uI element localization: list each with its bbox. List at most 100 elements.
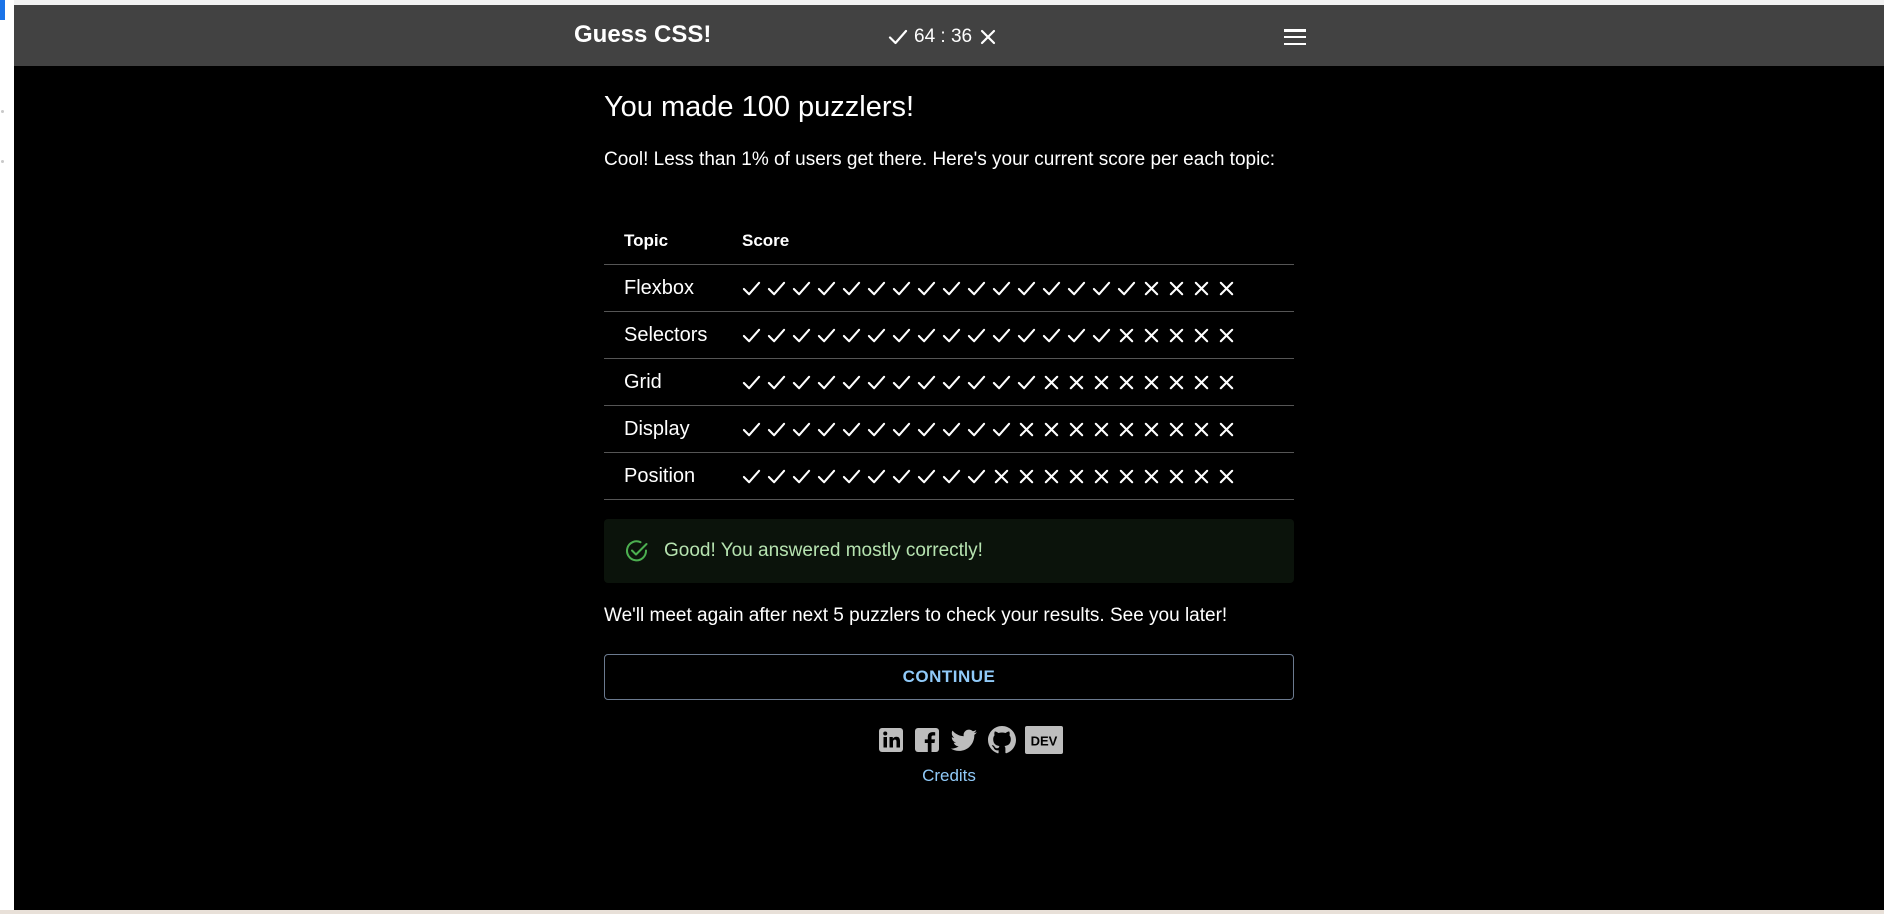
check-icon — [792, 328, 811, 342]
table-row: Grid — [604, 358, 1294, 406]
cross-icon — [1169, 328, 1184, 342]
check-icon — [1017, 281, 1036, 295]
check-icon — [892, 469, 911, 483]
cross-icon — [1144, 469, 1159, 483]
check-icon — [767, 469, 786, 483]
browser-left-edge — [0, 0, 14, 914]
check-icon — [992, 281, 1011, 295]
page-title: You made 100 puzzlers! — [604, 91, 915, 123]
check-icon — [792, 375, 811, 389]
cross-icon — [1069, 422, 1084, 436]
check-icon — [942, 328, 961, 342]
score-table: Topic Score Flexbox Selectors Grid Displ… — [604, 218, 1294, 500]
score-marks — [742, 311, 1294, 359]
cross-icon — [1194, 422, 1209, 436]
check-icon — [792, 422, 811, 436]
topic-name: Selectors — [604, 311, 742, 359]
score-marks — [742, 358, 1294, 406]
check-icon — [942, 375, 961, 389]
check-icon — [917, 469, 936, 483]
cross-icon — [1219, 375, 1234, 389]
check-icon — [817, 375, 836, 389]
check-icon — [992, 328, 1011, 342]
topic-name: Flexbox — [604, 264, 742, 312]
check-icon — [817, 422, 836, 436]
check-icon — [942, 281, 961, 295]
check-icon — [967, 281, 986, 295]
cross-icon — [1169, 422, 1184, 436]
check-icon — [917, 281, 936, 295]
check-icon — [867, 469, 886, 483]
intro-text: Cool! Less than 1% of users get there. H… — [604, 149, 1276, 170]
check-icon — [1092, 281, 1111, 295]
cross-icon — [1044, 469, 1059, 483]
check-icon — [792, 281, 811, 295]
dev-icon[interactable]: DEV — [1024, 724, 1064, 756]
cross-icon — [1194, 375, 1209, 389]
cross-icon — [1119, 422, 1134, 436]
edge-dot — [1, 110, 4, 113]
cross-icon — [1144, 281, 1159, 295]
check-icon — [892, 328, 911, 342]
cross-icon — [1094, 469, 1109, 483]
check-icon — [1117, 281, 1136, 295]
check-icon — [842, 422, 861, 436]
cross-icon — [1119, 469, 1134, 483]
check-icon — [917, 328, 936, 342]
check-icon — [767, 281, 786, 295]
check-icon — [742, 469, 761, 483]
cross-icon — [981, 29, 996, 45]
facebook-icon[interactable] — [912, 725, 942, 755]
cross-icon — [1194, 328, 1209, 342]
check-icon — [742, 375, 761, 389]
check-icon — [767, 422, 786, 436]
github-icon[interactable] — [986, 724, 1018, 756]
check-icon — [892, 281, 911, 295]
app-title[interactable]: Guess CSS! — [574, 21, 711, 49]
cross-icon — [1119, 328, 1134, 342]
credits-link[interactable]: Credits — [604, 766, 1294, 786]
table-header-row: Topic Score — [604, 218, 1294, 265]
success-alert: Good! You answered mostly correctly! — [604, 519, 1294, 583]
check-icon — [967, 469, 986, 483]
check-icon — [742, 422, 761, 436]
next-checkpoint-text: We'll meet again after next 5 puzzlers t… — [604, 605, 1228, 626]
check-icon — [942, 422, 961, 436]
cross-icon — [1169, 375, 1184, 389]
cross-icon — [1194, 469, 1209, 483]
column-header-topic: Topic — [604, 218, 742, 265]
check-icon — [992, 375, 1011, 389]
check-icon — [767, 375, 786, 389]
cross-icon — [1019, 422, 1034, 436]
check-icon — [1017, 328, 1036, 342]
continue-button[interactable]: CONTINUE — [604, 654, 1294, 700]
linkedin-icon[interactable] — [876, 725, 906, 755]
cross-icon — [1169, 469, 1184, 483]
check-icon — [967, 422, 986, 436]
check-icon — [1042, 328, 1061, 342]
check-icon — [867, 422, 886, 436]
hamburger-menu-icon[interactable] — [1282, 25, 1308, 49]
check-icon — [767, 328, 786, 342]
check-icon — [867, 281, 886, 295]
score-marks — [742, 405, 1294, 453]
cross-icon — [1044, 375, 1059, 389]
cross-icon — [1119, 375, 1134, 389]
cross-icon — [1219, 422, 1234, 436]
table-row: Position — [604, 452, 1294, 500]
check-icon — [842, 469, 861, 483]
cross-icon — [1019, 469, 1034, 483]
check-icon — [1017, 375, 1036, 389]
check-icon — [842, 328, 861, 342]
cross-icon — [1144, 375, 1159, 389]
table-row: Display — [604, 405, 1294, 453]
score-marks — [742, 452, 1294, 500]
twitter-icon[interactable] — [948, 725, 980, 755]
check-icon — [842, 375, 861, 389]
check-icon — [1042, 281, 1061, 295]
svg-text:DEV: DEV — [1031, 734, 1058, 749]
check-icon — [967, 375, 986, 389]
cross-icon — [1194, 281, 1209, 295]
check-icon — [842, 281, 861, 295]
top-app-bar: Guess CSS! 64 : 36 — [14, 5, 1884, 66]
